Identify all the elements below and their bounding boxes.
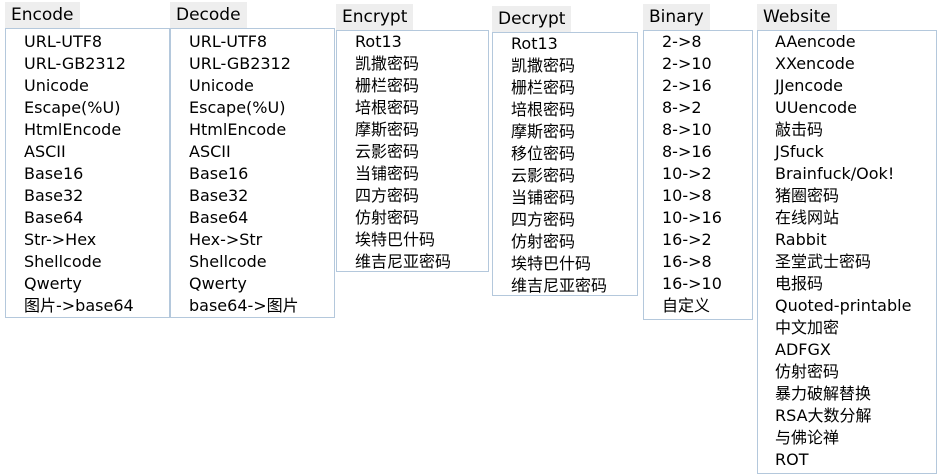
website-menu-item[interactable]: 猪圈密码 — [775, 185, 936, 207]
binary-menu-item[interactable]: 2->16 — [662, 75, 752, 97]
decode-menu-item[interactable]: URL-UTF8 — [189, 31, 334, 53]
encode-menu-item[interactable]: HtmlEncode — [24, 119, 169, 141]
decode-menu-item[interactable]: Shellcode — [189, 251, 334, 273]
decrypt-menu-item[interactable]: 维吉尼亚密码 — [511, 275, 637, 297]
encode-menu-item[interactable]: Shellcode — [24, 251, 169, 273]
website-menu-item[interactable]: XXencode — [775, 53, 936, 75]
encrypt-menu-title[interactable]: Encrypt — [336, 4, 414, 30]
binary-menu-item[interactable]: 16->10 — [662, 273, 752, 295]
website-menu-item[interactable]: UUencode — [775, 97, 936, 119]
decode-menu-item[interactable]: Escape(%U) — [189, 97, 334, 119]
binary-menu-item[interactable]: 2->10 — [662, 53, 752, 75]
decrypt-menu-item[interactable]: 云影密码 — [511, 165, 637, 187]
encode-menu-item[interactable]: Base32 — [24, 185, 169, 207]
encrypt-menu-item[interactable]: 仿射密码 — [355, 207, 488, 229]
encrypt-menu-item[interactable]: 云影密码 — [355, 141, 488, 163]
decrypt-menu-item[interactable]: 移位密码 — [511, 143, 637, 165]
encode-menu-item[interactable]: Str->Hex — [24, 229, 169, 251]
website-menu-item[interactable]: Rabbit — [775, 229, 936, 251]
decrypt-menu-panel: Rot13 凯撒密码 栅栏密码 培根密码 摩斯密码 移位密码 云影密码 当铺密码 四方密码 仿射密… — [492, 32, 638, 296]
encrypt-menu-item[interactable]: 维吉尼亚密码 — [355, 251, 488, 273]
website-menu-item[interactable]: ROT — [775, 449, 936, 471]
decrypt-menu-item[interactable]: 当铺密码 — [511, 187, 637, 209]
decode-menu-item[interactable]: URL-GB2312 — [189, 53, 334, 75]
encode-menu-item[interactable]: Escape(%U) — [24, 97, 169, 119]
decrypt-menu-item[interactable]: 摩斯密码 — [511, 121, 637, 143]
binary-menu-item[interactable]: 8->2 — [662, 97, 752, 119]
decrypt-menu-title[interactable]: Decrypt — [492, 6, 572, 32]
decode-menu-item[interactable]: Base16 — [189, 163, 334, 185]
encrypt-menu-item[interactable]: Rot13 — [355, 31, 488, 53]
encrypt-menu-item[interactable]: 栅栏密码 — [355, 75, 488, 97]
website-menu-item[interactable]: ADFGX — [775, 339, 936, 361]
website-menu-item[interactable]: 敲击码 — [775, 119, 936, 141]
encode-menu-panel: URL-UTF8 URL-GB2312 Unicode Escape(%U) HtmlE… — [5, 28, 170, 318]
binary-menu-item[interactable]: 8->10 — [662, 119, 752, 141]
website-menu-item[interactable]: 在线网站 — [775, 207, 936, 229]
decrypt-menu-item[interactable]: 凯撒密码 — [511, 55, 637, 77]
encrypt-menu-item[interactable]: 埃特巴什码 — [355, 229, 488, 251]
decode-menu-item[interactable]: Base32 — [189, 185, 334, 207]
decode-menu-item[interactable]: Base64 — [189, 207, 334, 229]
encode-menu-item[interactable]: Qwerty — [24, 273, 169, 295]
encode-menu-item[interactable]: URL-GB2312 — [24, 53, 169, 75]
website-menu-item[interactable]: 中文加密 — [775, 317, 936, 339]
website-menu-panel: AAencode XXencode JJencode UUencode 敲击码 JSfuc… — [757, 30, 937, 474]
decrypt-menu-item[interactable]: 埃特巴什码 — [511, 253, 637, 275]
binary-menu-item[interactable]: 10->8 — [662, 185, 752, 207]
encode-menu-item[interactable]: Base16 — [24, 163, 169, 185]
decode-menu-item[interactable]: ASCII — [189, 141, 334, 163]
encrypt-menu-item[interactable]: 摩斯密码 — [355, 119, 488, 141]
binary-menu-item[interactable]: 10->16 — [662, 207, 752, 229]
website-menu-item[interactable]: RSA大数分解 — [775, 405, 936, 427]
website-menu-title[interactable]: Website — [757, 4, 837, 30]
binary-menu-item[interactable]: 2->8 — [662, 31, 752, 53]
decode-menu-panel: URL-UTF8 URL-GB2312 Unicode Escape(%U) HtmlE… — [170, 28, 335, 318]
encode-menu-item[interactable]: Unicode — [24, 75, 169, 97]
decode-menu-item[interactable]: HtmlEncode — [189, 119, 334, 141]
website-menu-item[interactable]: 暴力破解替换 — [775, 383, 936, 405]
decrypt-menu-item[interactable]: 栅栏密码 — [511, 77, 637, 99]
website-menu-item[interactable]: 仿射密码 — [775, 361, 936, 383]
binary-menu-item[interactable]: 10->2 — [662, 163, 752, 185]
binary-menu-item[interactable]: 自定义 — [662, 295, 752, 317]
binary-menu-item[interactable]: 8->16 — [662, 141, 752, 163]
decode-menu-item[interactable]: Qwerty — [189, 273, 334, 295]
decrypt-menu-item[interactable]: 仿射密码 — [511, 231, 637, 253]
website-menu-item[interactable]: Quoted-printable — [775, 295, 936, 317]
binary-menu-item[interactable]: 16->2 — [662, 229, 752, 251]
binary-menu-title[interactable]: Binary — [643, 4, 710, 30]
website-menu-item[interactable]: 电报码 — [775, 273, 936, 295]
encode-menu-item[interactable]: ASCII — [24, 141, 169, 163]
encode-menu-item[interactable]: URL-UTF8 — [24, 31, 169, 53]
website-menu-item[interactable]: Brainfuck/Ook! — [775, 163, 936, 185]
encrypt-menu-panel: Rot13 凯撒密码 栅栏密码 培根密码 摩斯密码 云影密码 当铺密码 四方密码 仿射密码 埃特巴… — [336, 30, 489, 272]
decode-menu-item[interactable]: Hex->Str — [189, 229, 334, 251]
decrypt-menu-item[interactable]: 四方密码 — [511, 209, 637, 231]
decode-menu-item[interactable]: Unicode — [189, 75, 334, 97]
website-menu-item[interactable]: AAencode — [775, 31, 936, 53]
binary-menu-panel: 2->8 2->10 2->16 8->2 8->10 8->16 10->2 10->8 10… — [643, 30, 753, 320]
encode-menu-item[interactable]: Base64 — [24, 207, 169, 229]
encrypt-menu-item[interactable]: 当铺密码 — [355, 163, 488, 185]
decrypt-menu-item[interactable]: 培根密码 — [511, 99, 637, 121]
decrypt-menu-item[interactable]: Rot13 — [511, 33, 637, 55]
encrypt-menu-item[interactable]: 培根密码 — [355, 97, 488, 119]
encrypt-menu-item[interactable]: 凯撒密码 — [355, 53, 488, 75]
website-menu-item[interactable]: 与佛论禅 — [775, 427, 936, 449]
encode-menu-title[interactable]: Encode — [5, 2, 80, 28]
website-menu-item[interactable]: 圣堂武士密码 — [775, 251, 936, 273]
decode-menu-title[interactable]: Decode — [170, 2, 247, 28]
website-menu-item[interactable]: JSfuck — [775, 141, 936, 163]
binary-menu-item[interactable]: 16->8 — [662, 251, 752, 273]
encode-menu-item[interactable]: 图片->base64 — [24, 295, 169, 317]
website-menu-item[interactable]: JJencode — [775, 75, 936, 97]
encrypt-menu-item[interactable]: 四方密码 — [355, 185, 488, 207]
decode-menu-item[interactable]: base64->图片 — [189, 295, 334, 317]
